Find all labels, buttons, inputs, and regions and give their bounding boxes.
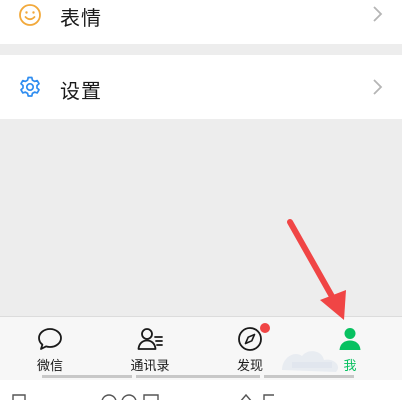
settings-label: 设置 bbox=[60, 79, 102, 103]
system-nav-bar bbox=[0, 380, 402, 400]
chevron-right-icon bbox=[373, 79, 383, 95]
section-divider bbox=[0, 44, 402, 55]
notification-dot bbox=[260, 323, 270, 333]
tab-chats-label: 微信 bbox=[36, 359, 63, 374]
tab-chats[interactable]: 微信 bbox=[0, 317, 100, 381]
watermark-logo bbox=[282, 351, 339, 372]
nav-circle-icon bbox=[101, 394, 159, 400]
scroll-indicator bbox=[42, 375, 132, 378]
tab-contacts[interactable]: 通讯录 bbox=[100, 317, 200, 381]
smiley-face-icon bbox=[19, 4, 41, 26]
stickers-label: 表情 bbox=[60, 6, 102, 30]
nav-back-icon bbox=[240, 393, 274, 400]
tab-contacts-label: 通讯录 bbox=[130, 359, 170, 374]
chevron-right-icon bbox=[373, 6, 383, 22]
scroll-indicator bbox=[136, 375, 260, 378]
nav-square-icon bbox=[12, 394, 26, 400]
stickers-row[interactable]: 表情 bbox=[0, 0, 402, 44]
contacts-icon bbox=[137, 328, 163, 350]
gear-icon bbox=[20, 76, 40, 97]
chat-bubble-icon bbox=[38, 328, 62, 350]
settings-row[interactable]: 设置 bbox=[0, 55, 402, 119]
